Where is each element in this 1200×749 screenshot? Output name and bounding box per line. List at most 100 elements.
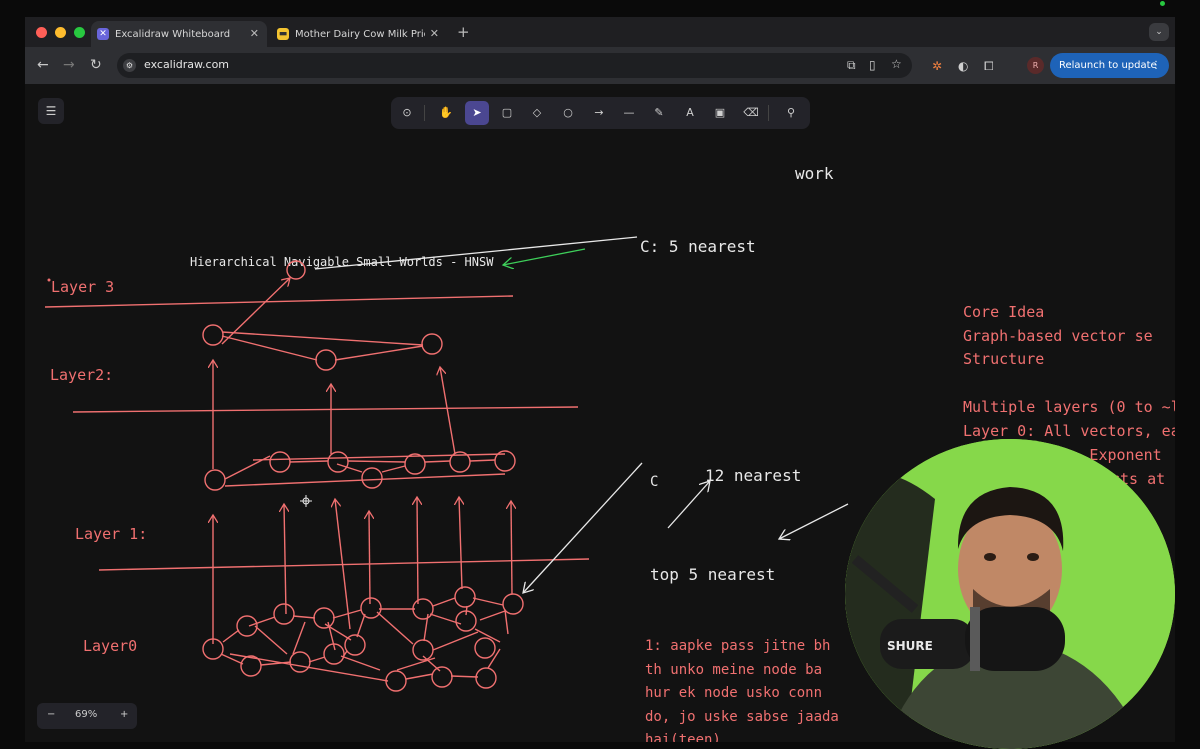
presenter-video: SHURE	[845, 439, 1175, 749]
graph-node	[404, 453, 426, 475]
lock-icon[interactable]: ⊙	[395, 101, 419, 125]
graph-node	[361, 467, 383, 489]
more-tools-icon[interactable]: ⚲	[779, 101, 803, 125]
webcam-overlay: SHURE	[845, 439, 1175, 749]
graph-node	[315, 349, 337, 371]
relaunch-to-update-button[interactable]: Relaunch to update ⋮	[1050, 53, 1169, 78]
more-menu-icon[interactable]: ⋮	[1151, 53, 1161, 78]
graph-node	[204, 469, 226, 491]
omnibox[interactable]: ⚙ excalidraw.com ⧉ ▯ ☆	[117, 53, 912, 78]
minimize-window-dot[interactable]	[55, 27, 66, 38]
hand-icon[interactable]: ✋	[434, 101, 458, 125]
line-icon[interactable]: —	[617, 101, 641, 125]
tab-mother-dairy[interactable]: ▬ Mother Dairy Cow Milk Price ✕	[271, 21, 447, 47]
tab-excalidraw[interactable]: ✕ Excalidraw Whiteboard ✕	[91, 21, 267, 47]
site-info-icon[interactable]: ⚙	[123, 59, 136, 72]
text-icon[interactable]: A	[678, 101, 702, 125]
bookmark-star-icon[interactable]: ☆	[891, 57, 902, 71]
url-text[interactable]: excalidraw.com	[144, 58, 229, 71]
hinglish-notes: 1: aapke pass jitne bh th unko meine nod…	[645, 638, 839, 742]
graph-node	[412, 598, 434, 620]
hamburger-menu-icon[interactable]: ☰	[38, 98, 64, 124]
tab-bar: ✕ Excalidraw Whiteboard ✕ ▬ Mother Dairy…	[25, 17, 1175, 47]
graph-node	[236, 615, 258, 637]
document-icon[interactable]: ▯	[869, 58, 876, 72]
layer0-nodes	[202, 586, 524, 692]
note-line: 1: aapke pass jitne bh	[645, 638, 830, 654]
arrow-to-12-nearest	[667, 481, 710, 529]
divider-line-2	[72, 406, 579, 413]
mic-brand-text: SHURE	[887, 639, 933, 653]
top5-nearest-text: top 5 nearest	[650, 565, 775, 584]
arrow-icon[interactable]: →	[587, 101, 611, 125]
tab-title: Mother Dairy Cow Milk Price	[295, 28, 425, 40]
extension-puzzle-color-icon[interactable]: ✲	[932, 59, 942, 73]
pointer-icon[interactable]: ➤	[465, 101, 489, 125]
arrow-to-top5	[779, 503, 849, 539]
move-cursor-icon	[300, 495, 312, 507]
extensions-icon[interactable]: ⧠	[984, 59, 994, 74]
c-label: C	[650, 474, 658, 490]
graph-node	[454, 586, 476, 608]
graph-node	[431, 666, 453, 688]
graph-node	[360, 597, 382, 619]
nearest12-text: 12 nearest	[705, 466, 801, 485]
c5-nearest-text: C: 5 nearest	[640, 237, 756, 256]
zoom-out-button[interactable]: −	[47, 709, 55, 720]
graph-node	[475, 667, 497, 689]
forward-icon[interactable]: →	[63, 57, 75, 73]
install-app-icon[interactable]: ⧉	[847, 58, 856, 73]
back-icon[interactable]: ←	[37, 57, 49, 73]
close-tab-icon[interactable]: ✕	[430, 27, 439, 40]
graph-node	[273, 603, 295, 625]
note-line: do, jo uske sabse jaada	[645, 709, 839, 725]
address-bar: ← → ↻ ⚙ excalidraw.com ⧉ ▯ ☆ ✲ ◐ ⧠ R Rel…	[25, 47, 1175, 84]
close-tab-icon[interactable]: ✕	[250, 27, 259, 40]
image-icon[interactable]: ▣	[708, 101, 732, 125]
layer0-label: Layer0	[83, 637, 137, 655]
graph-node	[502, 593, 524, 615]
arrow-c-to-layer0	[523, 462, 643, 593]
close-window-dot[interactable]	[36, 27, 47, 38]
graph-node	[412, 639, 434, 661]
camera-indicator-dot	[1160, 1, 1165, 6]
extension-circle-icon[interactable]: ◐	[958, 59, 968, 73]
work-text: work	[795, 164, 834, 183]
graph-node	[313, 607, 335, 629]
maximize-window-dot[interactable]	[74, 27, 85, 38]
zoom-level[interactable]: 69%	[75, 709, 97, 720]
reload-icon[interactable]: ↻	[90, 57, 102, 73]
graph-node	[385, 670, 407, 692]
relaunch-label: Relaunch to update	[1059, 60, 1157, 71]
profile-avatar[interactable]: R	[1027, 57, 1044, 74]
graph-node	[344, 634, 366, 656]
mother-dairy-favicon-icon: ▬	[277, 28, 289, 40]
core-line: Multiple layers (0 to ~l	[963, 398, 1175, 416]
graph-node	[240, 655, 262, 677]
tab-search-chevron-icon[interactable]: ⌄	[1149, 23, 1169, 41]
excalidraw-favicon-icon: ✕	[97, 28, 109, 40]
hnsw-graph	[202, 260, 524, 692]
tab-title: Excalidraw Whiteboard	[115, 28, 231, 40]
layer2-nodes	[202, 324, 443, 371]
rectangle-icon[interactable]: ▢	[495, 101, 519, 125]
eraser-icon[interactable]: ⌫	[739, 101, 763, 125]
divider-line-1	[98, 558, 590, 571]
note-line: hur ek node usko conn	[645, 685, 822, 701]
layer3-label: Layer 3	[51, 278, 114, 296]
graph-node	[421, 333, 443, 355]
excalidraw-toolbar: ⊙ ✋ ➤ ▢ ◇ ○ → — ✎ A ▣ ⌫ ⚲	[391, 97, 810, 129]
white-annotations	[314, 236, 849, 593]
zoom-in-button[interactable]: +	[120, 709, 128, 720]
pencil-icon[interactable]: ✎	[647, 101, 671, 125]
graph-node	[269, 451, 291, 473]
graph-node	[327, 451, 349, 473]
new-tab-button[interactable]: +	[457, 23, 470, 41]
diamond-icon[interactable]: ◇	[525, 101, 549, 125]
zoom-controls: − 69% +	[37, 703, 137, 729]
graph-node	[474, 637, 496, 659]
core-line: Core Idea	[963, 303, 1044, 321]
ellipse-icon[interactable]: ○	[556, 101, 580, 125]
layer2-label: Layer2:	[50, 366, 113, 384]
green-pointer-arrow	[503, 248, 586, 265]
